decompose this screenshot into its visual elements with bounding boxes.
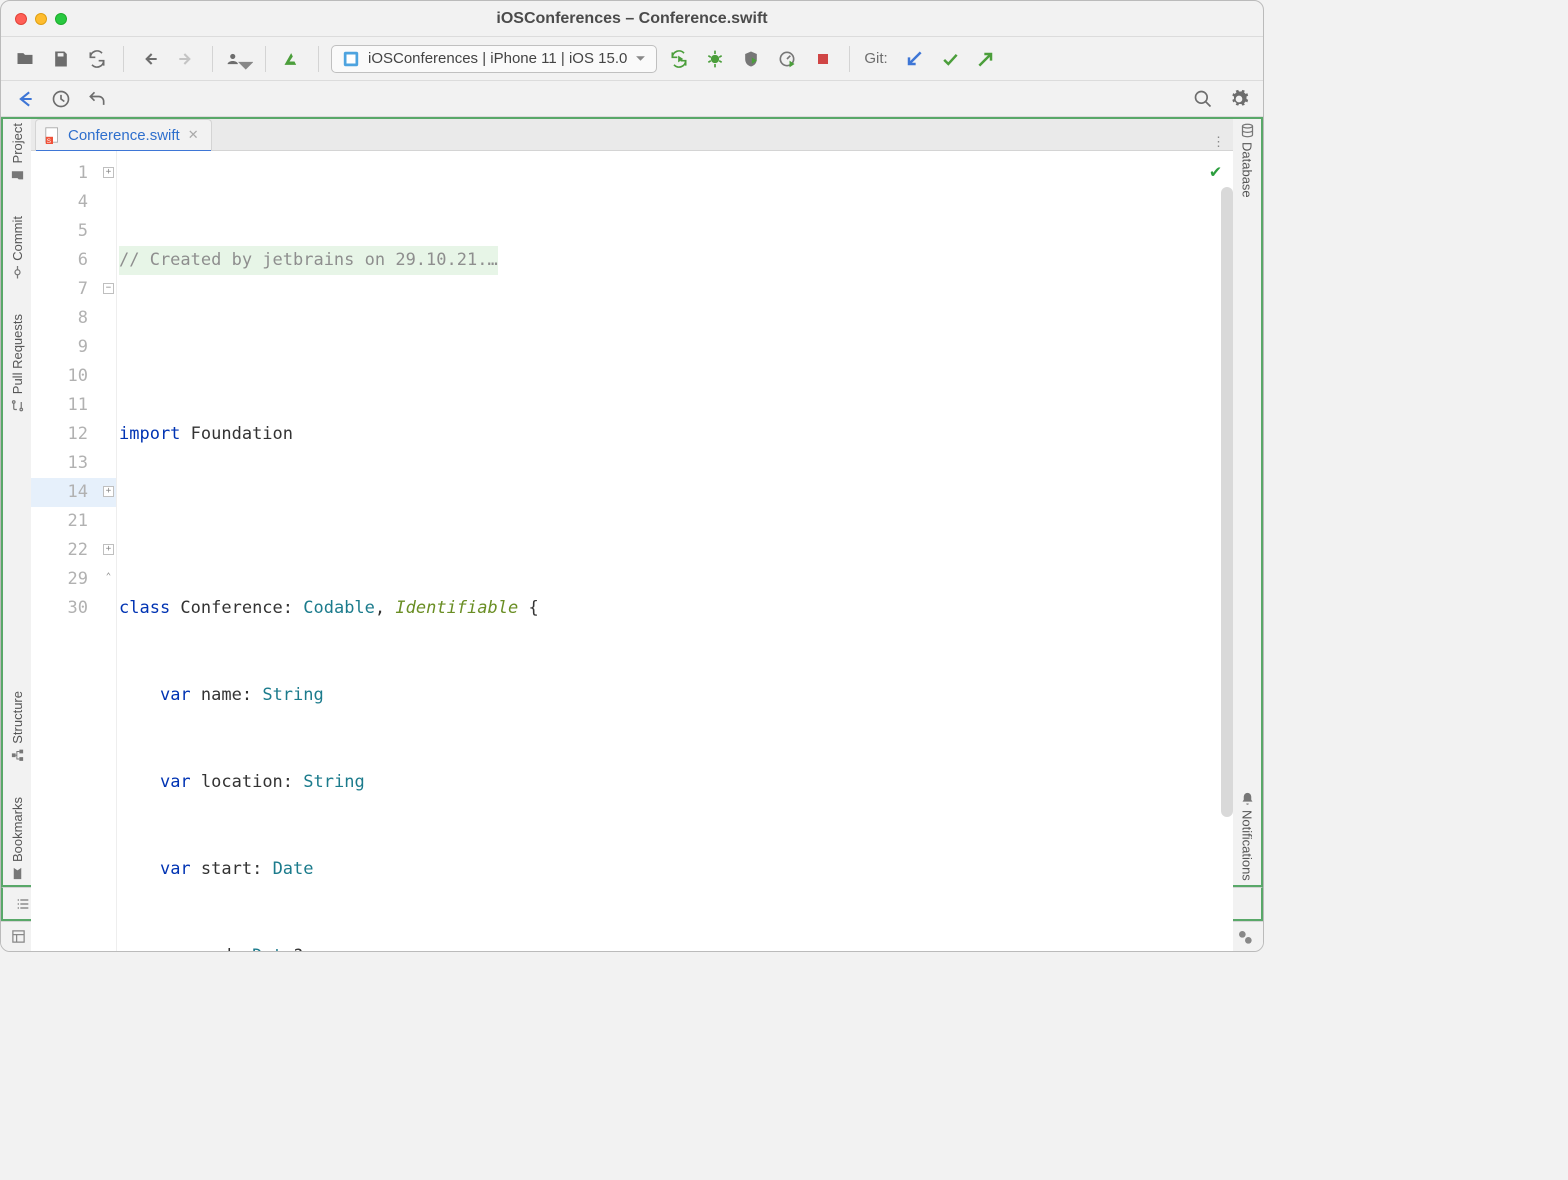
recent-files-icon[interactable] [47, 85, 75, 113]
undo-icon[interactable] [83, 85, 111, 113]
database-icon [1240, 123, 1255, 138]
editor-scrollbar[interactable] [1221, 187, 1233, 817]
right-tool-strip: Database Notifications [1233, 117, 1263, 887]
sidebar-bookmarks[interactable]: Bookmarks [10, 797, 25, 881]
left-tool-strip: Project Commit Pull Requests Structure B… [1, 117, 31, 887]
branch-icon [10, 398, 25, 413]
tool-windows-icon[interactable] [11, 929, 26, 944]
stop-icon[interactable] [809, 45, 837, 73]
code-with-me-icon[interactable] [225, 45, 253, 73]
debug-icon[interactable] [701, 45, 729, 73]
git-commit-icon[interactable] [936, 45, 964, 73]
back-icon[interactable] [136, 45, 164, 73]
sidebar-commit[interactable]: Commit [10, 216, 25, 280]
app-icon [342, 50, 360, 68]
minimize-window-button[interactable] [35, 13, 47, 25]
sidebar-project[interactable]: Project [10, 123, 25, 182]
fold-icon[interactable]: + [103, 167, 114, 178]
git-update-icon[interactable] [900, 45, 928, 73]
sidebar-database[interactable]: Database [1240, 123, 1255, 198]
swift-file-icon: S [44, 126, 62, 144]
tab-conference-swift[interactable]: S Conference.swift ✕ [35, 119, 212, 150]
editor-tabs: S Conference.swift ✕ ⋮ [31, 119, 1233, 151]
code-editor[interactable]: 1+ 4 5 6 7− 8 9 10 11 12 13 14+ 21 22+ 2… [31, 151, 1233, 952]
close-window-button[interactable] [15, 13, 27, 25]
ide-settings-icon[interactable] [1237, 929, 1253, 945]
git-label: Git: [862, 50, 891, 67]
close-tab-icon[interactable]: ✕ [188, 127, 199, 143]
sidebar-pull-requests[interactable]: Pull Requests [10, 314, 25, 413]
coverage-icon[interactable] [737, 45, 765, 73]
inspection-ok-icon[interactable]: ✔ [1210, 157, 1221, 186]
tab-menu-icon[interactable]: ⋮ [1212, 134, 1225, 150]
fold-icon[interactable]: + [103, 486, 114, 497]
git-push-icon[interactable] [972, 45, 1000, 73]
titlebar: iOSConferences – Conference.swift [1, 1, 1263, 37]
sidebar-structure[interactable]: Structure [10, 691, 25, 763]
code-content[interactable]: ✔ // Created by jetbrains on 29.10.21.… … [117, 151, 1233, 952]
forward-icon[interactable] [172, 45, 200, 73]
main-toolbar: iOSConferences | iPhone 11 | iOS 15.0 Gi… [1, 37, 1263, 81]
build-icon[interactable] [278, 45, 306, 73]
sync-icon[interactable] [83, 45, 111, 73]
fold-icon[interactable]: + [103, 544, 114, 555]
svg-text:S: S [47, 138, 51, 144]
run-icon[interactable] [665, 45, 693, 73]
tab-label: Conference.swift [68, 127, 180, 144]
fold-icon[interactable]: − [103, 283, 114, 294]
commit-icon [10, 265, 25, 280]
fullscreen-window-button[interactable] [55, 13, 67, 25]
bell-icon [1240, 791, 1255, 806]
list-icon [15, 896, 31, 912]
open-icon[interactable] [11, 45, 39, 73]
run-config-label: iOSConferences | iPhone 11 | iOS 15.0 [368, 50, 627, 67]
search-icon[interactable] [1189, 85, 1217, 113]
profile-icon[interactable] [773, 45, 801, 73]
window-title: iOSConferences – Conference.swift [496, 10, 767, 28]
nav-subbar [1, 81, 1263, 117]
save-all-icon[interactable] [47, 45, 75, 73]
project-icon [10, 167, 25, 182]
select-in-icon[interactable] [11, 85, 39, 113]
sidebar-notifications[interactable]: Notifications [1240, 791, 1255, 881]
gutter: 1+ 4 5 6 7− 8 9 10 11 12 13 14+ 21 22+ 2… [31, 151, 117, 952]
fold-end-icon: ⌃ [103, 573, 114, 584]
run-configuration-selector[interactable]: iOSConferences | iPhone 11 | iOS 15.0 [331, 45, 657, 73]
settings-icon[interactable] [1225, 85, 1253, 113]
structure-icon [10, 748, 25, 763]
bookmark-icon [10, 866, 25, 881]
chevron-down-icon [635, 53, 646, 64]
editor-area: S Conference.swift ✕ ⋮ 1+ 4 5 6 7− 8 9 1… [31, 117, 1233, 887]
